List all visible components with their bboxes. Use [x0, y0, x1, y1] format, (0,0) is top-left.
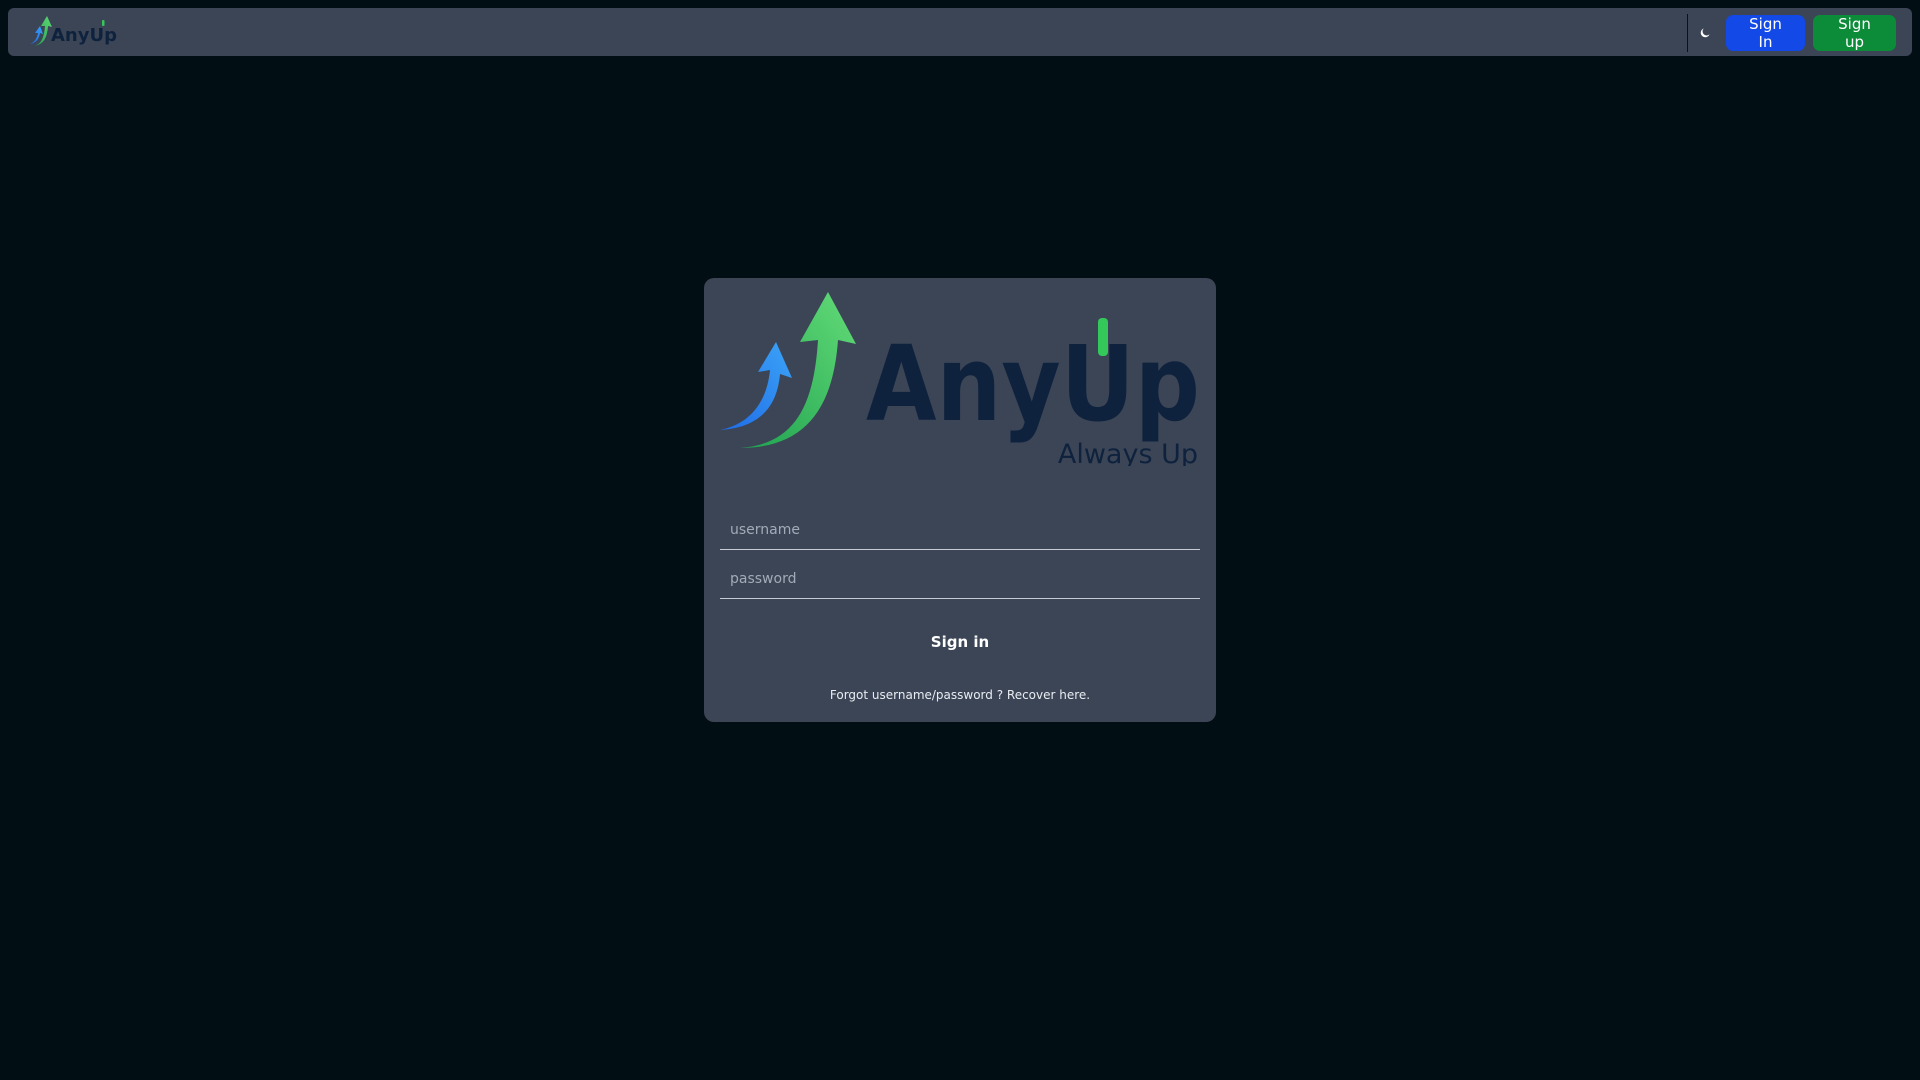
- login-card: AnyUp Always Up Sign in Forgot username/…: [704, 278, 1216, 722]
- navbar-divider: [1687, 14, 1688, 52]
- login-submit-button[interactable]: Sign in: [720, 624, 1200, 660]
- navbar-brand-text: AnyUp: [51, 25, 117, 46]
- navbar-actions: Sign In Sign up: [1687, 14, 1896, 52]
- login-tagline: Always Up: [1058, 439, 1198, 466]
- username-input[interactable]: [720, 510, 1200, 550]
- navbar-logo[interactable]: AnyUp: [24, 14, 124, 50]
- theme-toggle[interactable]: [1698, 26, 1712, 40]
- signin-button[interactable]: Sign In: [1726, 15, 1805, 51]
- anyup-logo-large-icon: AnyUp Always Up: [720, 292, 1200, 466]
- signup-button[interactable]: Sign up: [1813, 15, 1896, 51]
- recover-link[interactable]: Forgot username/password ? Recover here.: [704, 688, 1216, 702]
- password-input[interactable]: [720, 559, 1200, 599]
- login-logo: AnyUp Always Up: [720, 292, 1204, 466]
- top-navbar: AnyUp Sign In Sign up: [8, 8, 1912, 56]
- login-brand-text: AnyUp: [866, 323, 1200, 445]
- moon-icon: [1700, 28, 1710, 38]
- anyup-logo-small-icon: AnyUp: [30, 16, 117, 46]
